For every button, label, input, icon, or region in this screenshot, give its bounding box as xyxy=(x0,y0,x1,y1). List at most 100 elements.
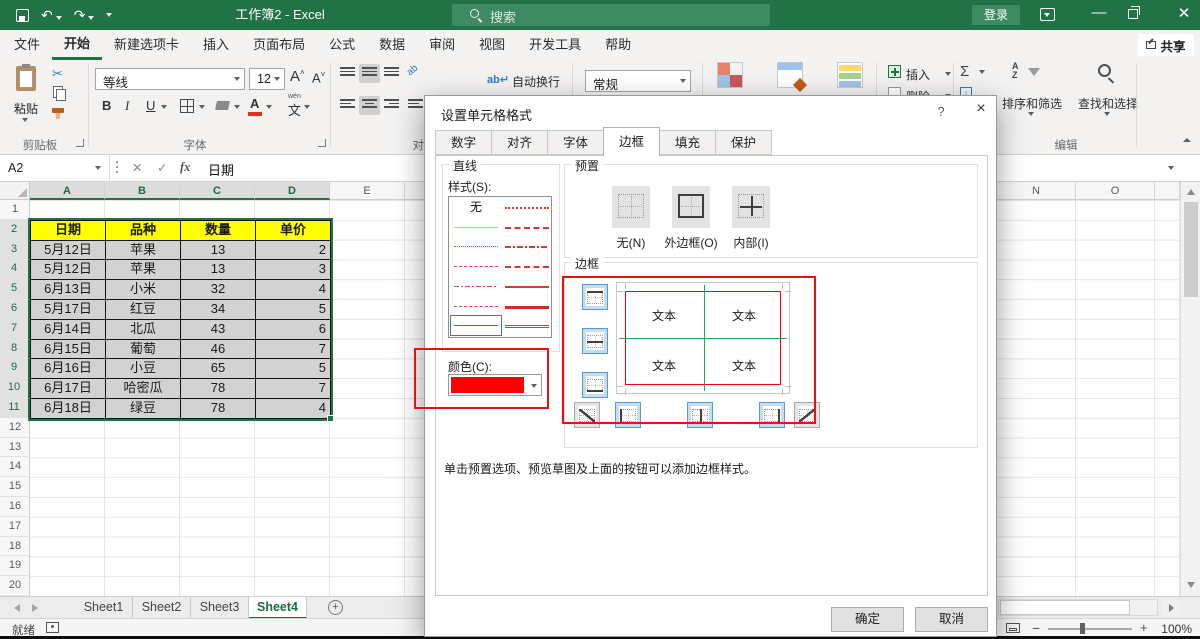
zoom-slider-thumb[interactable] xyxy=(1080,623,1085,634)
redo-icon[interactable]: ↷ xyxy=(74,0,95,30)
fill-color-chevron-icon[interactable] xyxy=(234,105,240,109)
cell[interactable]: 北瓜 xyxy=(106,320,181,340)
row-header-8[interactable]: 8 xyxy=(0,339,30,359)
autosum-icon[interactable]: Σ xyxy=(960,63,969,80)
zoom-in-icon[interactable]: + xyxy=(1140,620,1148,635)
line-style-dashdot-med[interactable] xyxy=(502,218,552,237)
cell[interactable]: 13 xyxy=(181,260,256,280)
line-style-dashdot[interactable] xyxy=(451,257,501,276)
cell[interactable]: 5月17日 xyxy=(31,300,106,320)
ribbon-display-options-icon[interactable] xyxy=(1040,8,1055,21)
cell[interactable]: 32 xyxy=(181,280,256,300)
column-header-O[interactable]: O xyxy=(1076,182,1155,200)
sheet-nav-left-icon[interactable] xyxy=(14,604,20,612)
row-header-12[interactable]: 12 xyxy=(0,418,30,438)
name-box-chevron-icon[interactable] xyxy=(95,166,101,170)
border-button-top[interactable] xyxy=(582,284,608,310)
autosum-chevron-icon[interactable] xyxy=(979,70,985,74)
paste-label[interactable]: 粘贴 xyxy=(8,100,44,117)
vertical-scrollbar[interactable] xyxy=(1180,182,1200,596)
cancel-button[interactable]: 取消 xyxy=(915,607,988,632)
border-button-vmid[interactable] xyxy=(687,402,713,428)
font-dialog-launcher-icon[interactable] xyxy=(318,139,326,147)
cell[interactable]: 小豆 xyxy=(106,359,181,379)
menu-tab-帮助[interactable]: 帮助 xyxy=(593,30,643,60)
cell[interactable]: 6月18日 xyxy=(31,399,106,419)
column-header-partial[interactable] xyxy=(1155,182,1180,200)
color-select[interactable] xyxy=(448,374,542,396)
paste-chevron-icon[interactable] xyxy=(22,118,28,122)
line-style-dotted-med[interactable] xyxy=(502,198,552,217)
dialog-tab-保护[interactable]: 保护 xyxy=(715,130,772,155)
number-format-select[interactable]: 常规 xyxy=(585,70,691,92)
accessibility-icon[interactable] xyxy=(46,622,59,633)
conditional-formatting-icon[interactable] xyxy=(717,62,743,88)
row-header-17[interactable]: 17 xyxy=(0,517,30,537)
insert-cells-icon[interactable] xyxy=(888,65,901,78)
cell[interactable]: 4 xyxy=(256,399,331,419)
cell[interactable]: 7 xyxy=(256,379,331,399)
formula-bar-value[interactable]: 日期 xyxy=(208,160,234,179)
column-header-E[interactable]: E xyxy=(330,182,405,200)
align-center-button[interactable] xyxy=(359,96,380,115)
cell[interactable]: 78 xyxy=(181,399,256,419)
cell[interactable]: 葡萄 xyxy=(106,340,181,360)
fill-handle[interactable] xyxy=(327,415,334,422)
row-header-14[interactable]: 14 xyxy=(0,457,30,477)
fill-color-icon[interactable] xyxy=(215,101,230,110)
sort-filter-chevron-icon[interactable] xyxy=(1028,112,1034,116)
preset-inside-button[interactable] xyxy=(732,186,770,228)
line-style-double[interactable] xyxy=(502,316,552,335)
row-header-3[interactable]: 3 xyxy=(0,240,30,260)
cell[interactable]: 苹果 xyxy=(106,241,181,261)
cell-styles-icon[interactable] xyxy=(837,62,863,88)
find-select-icon[interactable] xyxy=(1098,64,1111,77)
line-style-dashed[interactable] xyxy=(451,297,501,316)
cell[interactable]: 6月13日 xyxy=(31,280,106,300)
font-name-select[interactable]: 等线 xyxy=(95,68,245,90)
align-left-button[interactable] xyxy=(337,96,358,115)
sheet-tab-Sheet2[interactable]: Sheet2 xyxy=(133,597,191,619)
row-header-11[interactable]: 11 xyxy=(0,398,30,418)
align-bottom-button[interactable] xyxy=(381,64,402,83)
underline-chevron-icon[interactable] xyxy=(161,105,167,109)
scroll-up-icon[interactable] xyxy=(1187,189,1195,195)
cell[interactable]: 6月15日 xyxy=(31,340,106,360)
row-header-2[interactable]: 2 xyxy=(0,220,30,240)
line-style-thick[interactable] xyxy=(502,297,552,316)
column-header-B[interactable]: B xyxy=(105,182,180,200)
row-header-4[interactable]: 4 xyxy=(0,259,30,279)
search-input[interactable]: 搜索 xyxy=(452,4,770,26)
cell[interactable]: 5月12日 xyxy=(31,241,106,261)
row-header-1[interactable]: 1 xyxy=(0,200,30,220)
confirm-entry-icon[interactable]: ✓ xyxy=(157,160,167,175)
copy-icon[interactable] xyxy=(53,86,63,98)
cell[interactable]: 4 xyxy=(256,280,331,300)
menu-tab-数据[interactable]: 数据 xyxy=(367,30,417,60)
column-header-A[interactable]: A xyxy=(30,182,105,200)
menu-tab-插入[interactable]: 插入 xyxy=(191,30,241,60)
row-header-20[interactable]: 20 xyxy=(0,576,30,596)
cell[interactable]: 绿豆 xyxy=(106,399,181,419)
line-style-dashdotdot[interactable] xyxy=(451,277,501,296)
row-header-9[interactable]: 9 xyxy=(0,358,30,378)
line-style-listbox[interactable]: 无 xyxy=(448,196,552,338)
cell[interactable]: 红豆 xyxy=(106,300,181,320)
menu-tab-新建选项卡[interactable]: 新建选项卡 xyxy=(102,30,191,60)
dialog-tab-数字[interactable]: 数字 xyxy=(435,130,492,155)
preset-outline-button[interactable] xyxy=(672,186,710,228)
cell[interactable]: 78 xyxy=(181,379,256,399)
cell[interactable]: 46 xyxy=(181,340,256,360)
cell[interactable]: 6月14日 xyxy=(31,320,106,340)
borders-chevron-icon[interactable] xyxy=(199,105,205,109)
cell[interactable]: 43 xyxy=(181,320,256,340)
cell[interactable]: 34 xyxy=(181,300,256,320)
cell[interactable]: 小米 xyxy=(106,280,181,300)
row-header-15[interactable]: 15 xyxy=(0,477,30,497)
scroll-down-icon[interactable] xyxy=(1187,582,1195,588)
row-header-16[interactable]: 16 xyxy=(0,497,30,517)
phonetic-guide-button[interactable]: 文 xyxy=(288,100,301,119)
align-right-button[interactable] xyxy=(381,96,402,115)
border-button-diag-down[interactable] xyxy=(794,402,820,428)
cell[interactable]: 数量 xyxy=(181,221,256,241)
